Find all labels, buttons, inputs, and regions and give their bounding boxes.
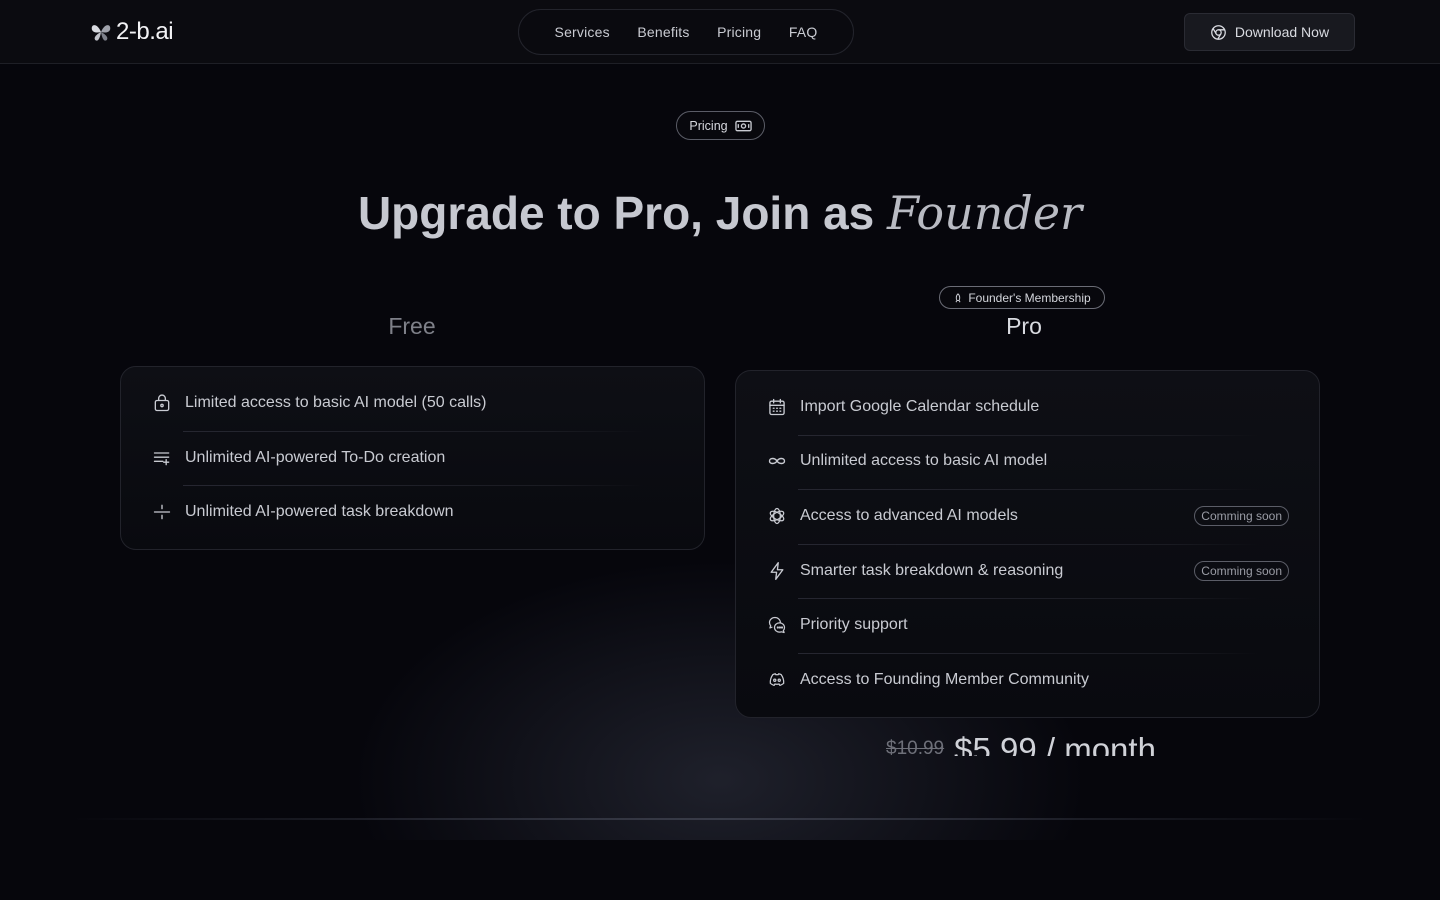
- section-divider: [70, 818, 1370, 820]
- free-feature-row: Unlimited AI-powered To-Do creation: [151, 431, 674, 485]
- split-icon: [151, 501, 173, 523]
- current-price: $5.99 / month: [954, 731, 1156, 756]
- free-feature-row: Unlimited AI-powered task breakdown: [151, 485, 674, 539]
- founders-badge-label: Founder's Membership: [968, 290, 1091, 305]
- calendar-icon: [766, 396, 788, 418]
- nav-link-benefits[interactable]: Benefits: [637, 24, 689, 40]
- pro-price: $10.99 $5.99 / month: [886, 726, 1186, 756]
- pro-feature-label: Access to Founding Member Community: [800, 671, 1089, 688]
- pro-feature-row: Priority support: [766, 598, 1289, 652]
- free-plan-title: Free: [388, 313, 436, 339]
- pro-feature-row: Import Google Calendar schedule: [766, 380, 1289, 434]
- headline-main: Upgrade to Pro, Join as: [357, 187, 888, 239]
- pro-plan-card: Import Google Calendar schedule Unlimite…: [735, 370, 1320, 718]
- butterfly-logo-icon: [91, 25, 111, 41]
- pro-feature-label: Access to advanced AI models: [800, 507, 1018, 524]
- pro-plan-title: Pro: [1006, 313, 1042, 339]
- headline-accent: Founder: [887, 186, 1083, 240]
- founders-membership-badge: Founder's Membership: [939, 286, 1105, 309]
- rocket-icon: [955, 292, 961, 302]
- pro-feature-row: Smarter task breakdown & reasoning Commi…: [766, 544, 1289, 598]
- pricing-section-badge: Pricing: [676, 111, 765, 140]
- banknote-icon: [734, 120, 752, 131]
- coming-soon-badge: Comming soon: [1194, 506, 1289, 526]
- openai-icon: [766, 505, 788, 527]
- lock-icon: [151, 392, 173, 414]
- chrome-icon: [1211, 24, 1226, 40]
- pro-feature-row: Access to Founding Member Community: [766, 653, 1289, 707]
- lightning-icon: [766, 560, 788, 582]
- pro-feature-label: Unlimited access to basic AI model: [800, 452, 1048, 469]
- free-feature-label: Limited access to basic AI model (50 cal…: [185, 394, 487, 411]
- pro-feature-row: Access to advanced AI models Comming soo…: [766, 489, 1289, 543]
- nav-link-faq[interactable]: FAQ: [789, 24, 818, 40]
- pro-feature-row: Unlimited access to basic AI model: [766, 434, 1289, 488]
- main-nav: Services Benefits Pricing FAQ: [518, 9, 854, 55]
- pro-feature-label: Priority support: [800, 616, 908, 633]
- brand-logo[interactable]: 2-b.ai: [90, 18, 174, 46]
- pro-feature-label: Smarter task breakdown & reasoning: [800, 562, 1064, 579]
- nav-link-services[interactable]: Services: [555, 24, 610, 40]
- list-add-icon: [151, 447, 173, 469]
- download-now-label: Download Now: [1234, 24, 1330, 40]
- free-plan-card: Limited access to basic AI model (50 cal…: [120, 366, 705, 550]
- nav-link-pricing[interactable]: Pricing: [717, 24, 761, 40]
- page-title: Upgrade to Pro, Join as Founder: [0, 186, 1440, 240]
- free-feature-label: Unlimited AI-powered task breakdown: [185, 503, 454, 520]
- discord-icon: [766, 669, 788, 691]
- pro-feature-label: Import Google Calendar schedule: [800, 398, 1040, 415]
- download-now-button[interactable]: Download Now: [1184, 13, 1355, 51]
- free-feature-label: Unlimited AI-powered To-Do creation: [185, 449, 446, 466]
- infinity-icon: [766, 450, 788, 472]
- top-navbar: 2-b.ai Services Benefits Pricing FAQ Dow…: [0, 0, 1440, 64]
- pricing-badge-label: Pricing: [689, 118, 728, 133]
- free-feature-row: Limited access to basic AI model (50 cal…: [151, 376, 674, 430]
- old-price: $10.99: [886, 738, 945, 756]
- chat-bubbles-icon: [766, 614, 788, 636]
- brand-name: 2-b.ai: [116, 18, 174, 45]
- coming-soon-badge: Comming soon: [1194, 561, 1289, 581]
